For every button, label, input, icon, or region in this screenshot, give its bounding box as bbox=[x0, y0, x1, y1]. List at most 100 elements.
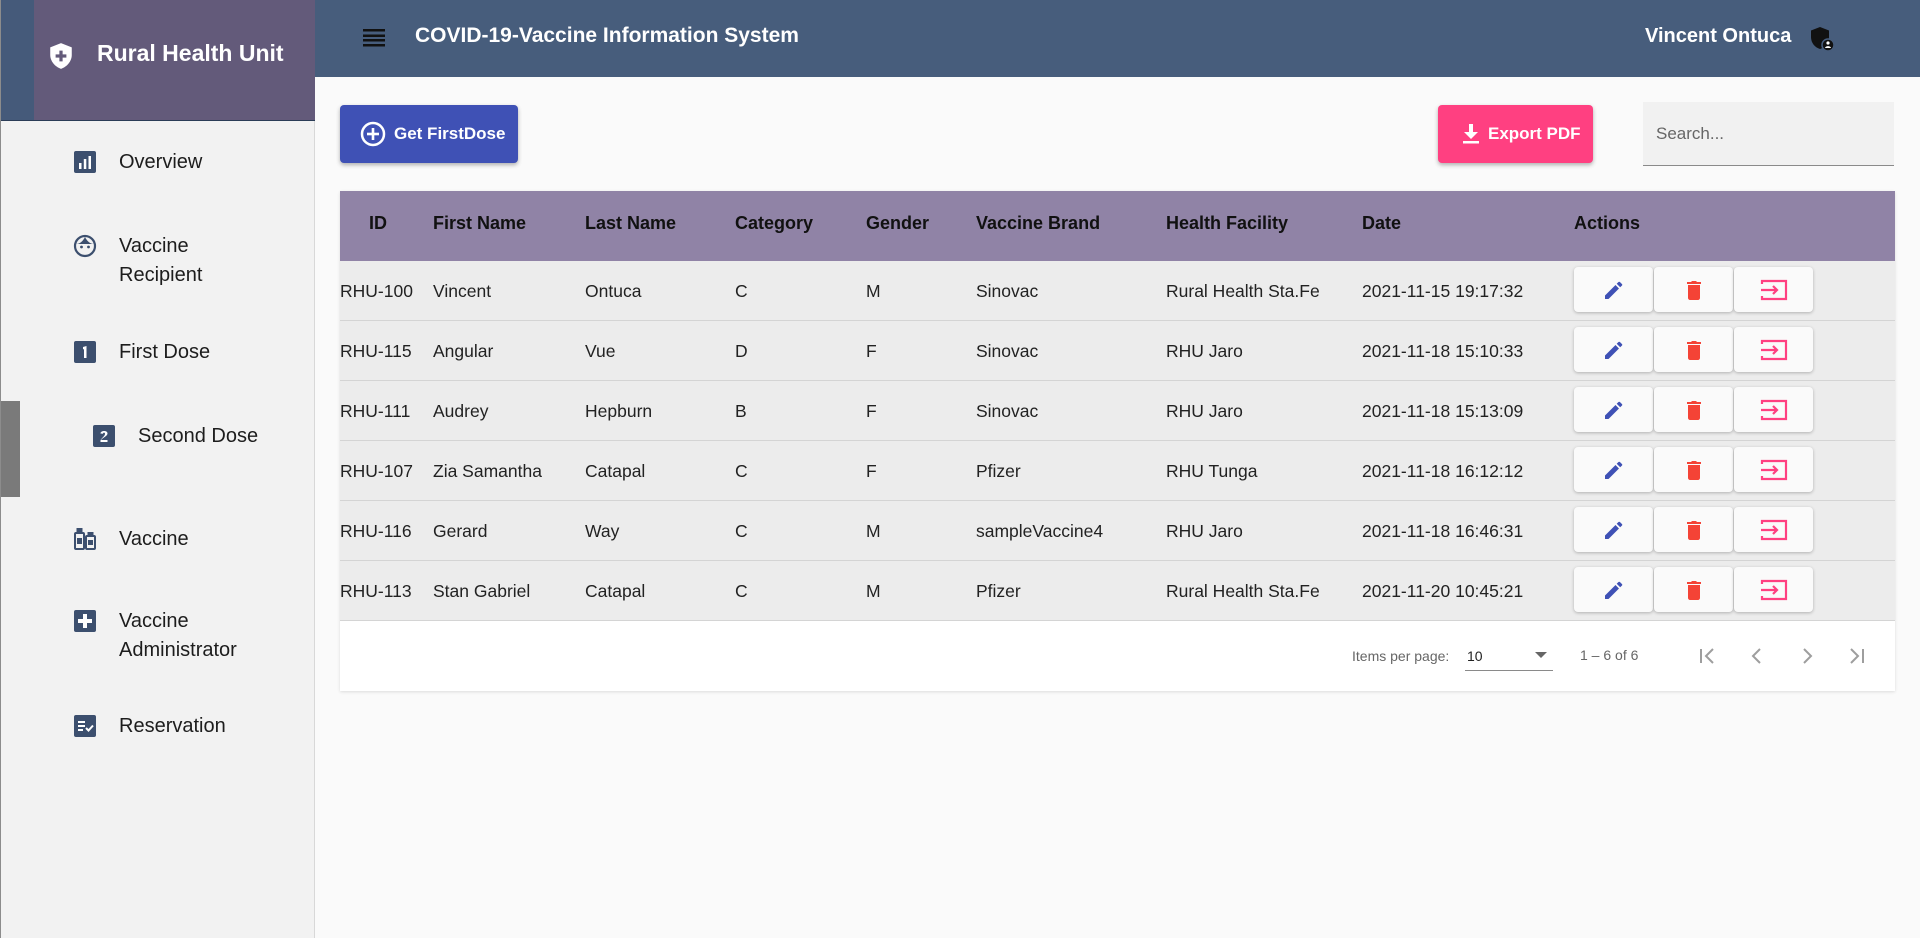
chevron-right-icon bbox=[1803, 648, 1813, 664]
sidebar-item-overview[interactable]: Overview bbox=[73, 148, 202, 177]
edit-button[interactable] bbox=[1574, 387, 1653, 432]
sidebar: Rural Health Unit Overview Vaccine Recip… bbox=[0, 0, 315, 938]
items-per-page-select[interactable]: 10 bbox=[1465, 639, 1553, 671]
get-first-dose-button[interactable]: Get FirstDose bbox=[340, 105, 518, 163]
add-circle-icon bbox=[360, 121, 386, 147]
trash-icon bbox=[1686, 520, 1701, 540]
edit-icon bbox=[1604, 461, 1622, 479]
delete-button[interactable] bbox=[1654, 567, 1733, 612]
face-icon bbox=[73, 234, 97, 258]
sidebar-item-vaccine-recipient[interactable]: Vaccine Recipient bbox=[73, 232, 259, 290]
user-name[interactable]: Vincent Ontuca bbox=[1645, 25, 1791, 48]
cell-gender: M bbox=[866, 581, 881, 601]
cell-id: RHU-116 bbox=[340, 521, 412, 541]
sidebar-item-reservation[interactable]: Reservation bbox=[73, 712, 226, 741]
previous-page-button[interactable] bbox=[1742, 641, 1772, 671]
sidebar-item-first-dose[interactable]: First Dose bbox=[73, 338, 210, 367]
cell-first-name: Zia Samantha bbox=[433, 461, 542, 481]
sidebar-item-label: Overview bbox=[119, 151, 203, 173]
sidebar-title: Rural Health Unit bbox=[97, 40, 284, 66]
edit-icon bbox=[1604, 401, 1622, 419]
delete-button[interactable] bbox=[1654, 387, 1733, 432]
cell-gender: M bbox=[866, 521, 881, 541]
column-header-category[interactable]: Category bbox=[735, 213, 813, 234]
download-icon bbox=[1463, 124, 1479, 144]
cell-category: C bbox=[735, 521, 748, 541]
delete-button[interactable] bbox=[1654, 327, 1733, 372]
sidebar-item-label: Vaccine Administrator bbox=[119, 610, 237, 661]
sidebar-item-label: Reservation bbox=[119, 715, 226, 737]
sidebar-item-vaccine[interactable]: Vaccine bbox=[73, 525, 189, 554]
delete-button[interactable] bbox=[1654, 507, 1733, 552]
cell-id: RHU-115 bbox=[340, 341, 412, 361]
search-input[interactable] bbox=[1643, 102, 1894, 165]
first-page-button[interactable] bbox=[1692, 641, 1722, 671]
sidebar-header: Rural Health Unit bbox=[1, 0, 315, 121]
cell-id: RHU-107 bbox=[340, 461, 413, 481]
export-pdf-button[interactable]: Export PDF bbox=[1438, 105, 1593, 163]
cell-date: 2021-11-18 15:10:33 bbox=[1362, 341, 1524, 361]
trash-icon bbox=[1686, 340, 1701, 360]
cell-category: C bbox=[735, 581, 748, 601]
column-header-last-name[interactable]: Last Name bbox=[585, 213, 676, 234]
move-to-second-dose-button[interactable] bbox=[1734, 567, 1813, 612]
app-title: COVID-19-Vaccine Information System bbox=[415, 24, 799, 47]
edit-button[interactable] bbox=[1574, 567, 1653, 612]
cell-first-name: Audrey bbox=[433, 401, 489, 421]
move-to-second-dose-button[interactable] bbox=[1734, 447, 1813, 492]
cell-vaccine-brand: sampleVaccine4 bbox=[976, 521, 1104, 541]
column-header-vaccine-brand[interactable]: Vaccine Brand bbox=[976, 213, 1100, 234]
edit-button[interactable] bbox=[1574, 507, 1653, 552]
trash-icon bbox=[1686, 580, 1701, 600]
cell-vaccine-brand: Sinovac bbox=[976, 281, 1039, 301]
move-to-second-dose-button[interactable] bbox=[1734, 507, 1813, 552]
sidebar-item-label: Vaccine bbox=[119, 528, 189, 550]
column-header-health-facility[interactable]: Health Facility bbox=[1166, 213, 1288, 234]
last-page-button[interactable] bbox=[1842, 641, 1872, 671]
menu-icon[interactable] bbox=[363, 28, 385, 48]
cell-first-name: Angular bbox=[433, 341, 494, 361]
table-row: RHU-111 Audrey Hepburn B F Sinovac RHU J… bbox=[340, 381, 1895, 441]
cell-last-name: Vue bbox=[585, 341, 616, 361]
column-header-date[interactable]: Date bbox=[1362, 213, 1401, 234]
cell-date: 2021-11-18 15:13:09 bbox=[1362, 401, 1524, 421]
cell-category: D bbox=[735, 341, 748, 361]
sidebar-item-second-dose[interactable]: Second Dose bbox=[92, 422, 258, 451]
cell-gender: M bbox=[866, 281, 881, 301]
table-row: RHU-115 Angular Vue D F Sinovac RHU Jaro… bbox=[340, 321, 1895, 381]
edit-icon bbox=[1604, 521, 1622, 539]
cell-health-facility: RHU Jaro bbox=[1166, 521, 1243, 541]
cell-gender: F bbox=[866, 461, 877, 481]
sidebar-item-vaccine-administrator[interactable]: Vaccine Administrator bbox=[73, 607, 259, 665]
column-header-id[interactable]: ID bbox=[369, 213, 387, 234]
cell-category: C bbox=[735, 461, 748, 481]
cell-category: C bbox=[735, 281, 748, 301]
move-to-second-dose-button[interactable] bbox=[1734, 327, 1813, 372]
column-header-gender[interactable]: Gender bbox=[866, 213, 929, 234]
delete-button[interactable] bbox=[1654, 447, 1733, 492]
sidebar-item-label: Second Dose bbox=[138, 425, 259, 447]
edit-button[interactable] bbox=[1574, 327, 1653, 372]
admin-shield-icon[interactable] bbox=[1809, 26, 1835, 52]
exit-to-app-icon bbox=[1760, 579, 1787, 600]
cell-date: 2021-11-20 10:45:21 bbox=[1362, 581, 1524, 601]
cell-last-name: Way bbox=[585, 521, 620, 541]
column-header-first-name[interactable]: First Name bbox=[433, 213, 526, 234]
paginator: Items per page: 10 1 – 6 of 6 bbox=[340, 621, 1895, 691]
move-to-second-dose-button[interactable] bbox=[1734, 387, 1813, 432]
sidebar-scrollbar[interactable] bbox=[1, 401, 20, 497]
cell-health-facility: Rural Health Sta.Fe bbox=[1166, 281, 1320, 301]
trash-icon bbox=[1686, 280, 1701, 300]
cell-vaccine-brand: Sinovac bbox=[976, 401, 1039, 421]
cell-last-name: Hepburn bbox=[585, 401, 653, 421]
move-to-second-dose-button[interactable] bbox=[1734, 267, 1813, 312]
next-page-button[interactable] bbox=[1792, 641, 1822, 671]
edit-button[interactable] bbox=[1574, 447, 1653, 492]
search-field[interactable] bbox=[1643, 102, 1894, 166]
table-row: RHU-107 Zia Samantha Catapal C F Pfizer … bbox=[340, 441, 1895, 501]
cell-first-name: Vincent bbox=[433, 281, 492, 301]
sidebar-brand: Rural Health Unit bbox=[34, 0, 315, 120]
delete-button[interactable] bbox=[1654, 267, 1733, 312]
items-per-page-value: 10 bbox=[1467, 648, 1483, 664]
edit-button[interactable] bbox=[1574, 267, 1653, 312]
